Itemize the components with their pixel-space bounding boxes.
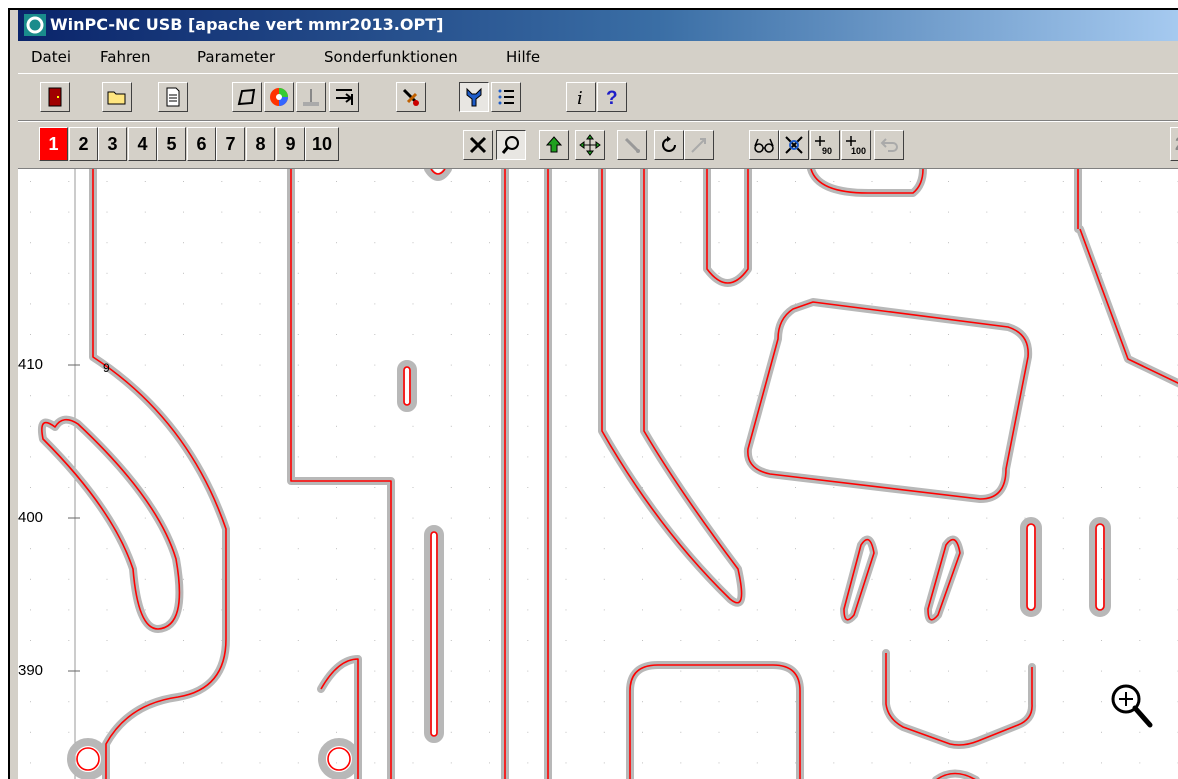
glasses-icon — [753, 134, 775, 156]
list-icon — [495, 86, 517, 108]
window-title: WinPC-NC USB [apache vert mmr2013.OPT] — [50, 15, 443, 34]
document-button[interactable] — [158, 82, 188, 112]
parameter-button[interactable] — [459, 82, 489, 112]
zoom-cursor — [1113, 686, 1150, 725]
probe-button[interactable] — [617, 130, 647, 160]
move-cross-icon — [579, 134, 601, 156]
title-bar[interactable]: WinPC-NC USB [apache vert mmr2013.OPT] — [18, 10, 1178, 41]
application-window: WinPC-NC USB [apache vert mmr2013.OPT] D… — [8, 8, 1178, 779]
svg-text:?: ? — [606, 88, 618, 108]
info-icon: i — [570, 86, 592, 108]
arrow-up-icon — [543, 134, 565, 156]
layer-1-button[interactable]: 1 — [39, 127, 68, 161]
center-cross-icon — [783, 134, 805, 156]
target-button[interactable] — [684, 130, 714, 160]
y-label-410: 410 — [18, 356, 43, 373]
open-button[interactable] — [102, 82, 132, 112]
tool-change-icon — [400, 86, 422, 108]
exit-button[interactable] — [40, 82, 70, 112]
reference-button[interactable] — [296, 82, 326, 112]
magnifier-icon — [500, 134, 522, 156]
more-button[interactable]: 2 — [1170, 127, 1178, 161]
toolpath-drawing: 9 — [18, 169, 1178, 779]
undo-icon — [878, 134, 900, 156]
exit-icon — [44, 86, 66, 108]
layer-9-button[interactable]: 9 — [276, 127, 305, 161]
svg-text:100: 100 — [851, 146, 866, 156]
tool-change-button[interactable] — [396, 82, 426, 112]
svg-text:90: 90 — [822, 146, 832, 156]
move-button[interactable] — [329, 82, 359, 112]
main-toolbar: i ? — [18, 73, 1178, 121]
rotate-90-icon: 90 — [814, 134, 836, 156]
zoom-button[interactable] — [496, 130, 526, 160]
rotate-icon — [658, 134, 680, 156]
reference-point-icon — [300, 86, 322, 108]
document-icon — [162, 86, 184, 108]
preview-button[interactable] — [749, 130, 779, 160]
menu-sonderfunktionen[interactable]: Sonderfunktionen — [324, 48, 458, 66]
layer-3-button[interactable]: 3 — [98, 127, 127, 161]
polygon-button[interactable] — [232, 82, 262, 112]
layer-10-button[interactable]: 10 — [305, 127, 339, 161]
center-button[interactable] — [779, 130, 809, 160]
scale-100-icon: 100 — [845, 134, 867, 156]
menu-parameter[interactable]: Parameter — [197, 48, 275, 66]
probe-icon — [621, 134, 643, 156]
app-icon — [24, 14, 46, 36]
open-folder-icon — [106, 86, 128, 108]
offset-contours — [42, 169, 1178, 779]
undo-button[interactable] — [874, 130, 904, 160]
up-button[interactable] — [539, 130, 569, 160]
layer-6-button[interactable]: 6 — [187, 127, 216, 161]
info-button[interactable]: i — [566, 82, 596, 112]
wrench-icon — [463, 86, 485, 108]
menu-fahren[interactable]: Fahren — [100, 48, 151, 66]
close-view-button[interactable] — [463, 130, 493, 160]
target-arrow-icon — [688, 134, 710, 156]
y-label-400: 400 — [18, 509, 43, 526]
rotate-90-button[interactable]: 90 — [810, 130, 840, 160]
layer-7-button[interactable]: 7 — [216, 127, 245, 161]
polygon-icon — [236, 86, 258, 108]
help-button[interactable]: ? — [597, 82, 627, 112]
menu-bar: Datei Fahren Parameter Sonderfunktionen … — [18, 42, 1178, 72]
color-wheel-icon — [268, 86, 290, 108]
rotate-button[interactable] — [654, 130, 684, 160]
origin-marker: 9 — [103, 361, 110, 375]
move-arrow-icon — [333, 86, 355, 108]
layer-5-button[interactable]: 5 — [157, 127, 186, 161]
help-icon: ? — [601, 86, 623, 108]
menu-hilfe[interactable]: Hilfe — [506, 48, 540, 66]
menu-datei[interactable]: Datei — [31, 48, 71, 66]
view-toolbar: 1 2 3 4 5 6 7 8 9 10 — [18, 121, 1178, 169]
pan-button[interactable] — [575, 130, 605, 160]
scale-100-button[interactable]: 100 — [841, 130, 871, 160]
close-icon — [467, 134, 489, 156]
color-button[interactable] — [264, 82, 294, 112]
layer-2-button[interactable]: 2 — [69, 127, 98, 161]
drawing-canvas[interactable]: 9 410 400 390 — [18, 168, 1178, 779]
svg-text:i: i — [577, 88, 583, 108]
list-button[interactable] — [491, 82, 521, 112]
y-label-390: 390 — [18, 662, 43, 679]
layer-4-button[interactable]: 4 — [128, 127, 157, 161]
layer-8-button[interactable]: 8 — [246, 127, 275, 161]
